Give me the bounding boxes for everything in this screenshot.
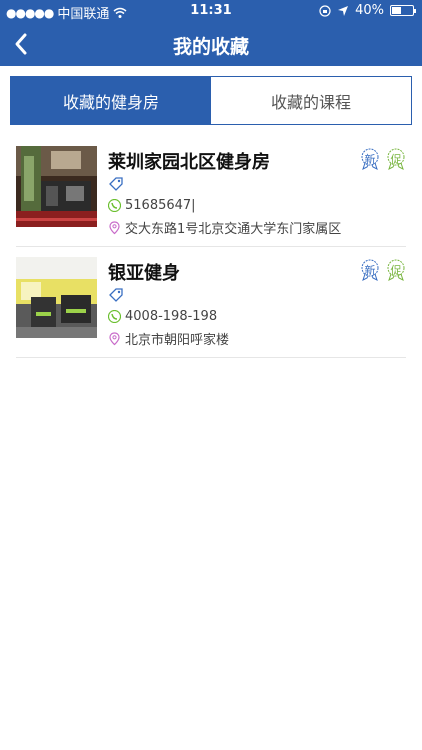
list-item[interactable]: 银亚健身 4008-198-198 北京市朝阳呼家楼 新 促 xyxy=(16,247,406,358)
location-pin-icon xyxy=(109,331,120,345)
segmented-tabs: 收藏的健身房 收藏的课程 xyxy=(10,76,412,125)
battery-icon xyxy=(390,5,416,16)
location-arrow-icon xyxy=(338,5,349,16)
gym-name: 银亚健身 xyxy=(108,263,180,284)
promo-badge: 促 xyxy=(386,259,406,281)
gym-address: 北京市朝阳呼家楼 xyxy=(125,333,230,348)
gym-name: 莱圳家园北区健身房 xyxy=(108,152,270,173)
phone-row: 4008-198-198 xyxy=(108,309,217,324)
promo-badge: 促 xyxy=(386,148,406,170)
gym-phone: 51685647| xyxy=(125,198,196,213)
gym-address: 交大东路1号北京交通大学东门家属区 xyxy=(125,222,342,237)
gym-phone: 4008-198-198 xyxy=(125,309,218,324)
nav-bar: 我的收藏 xyxy=(0,22,422,66)
status-bar: ●●●●● 中国联通 11:31 40% xyxy=(0,0,422,22)
gym-photo xyxy=(16,257,97,338)
address-row: 北京市朝阳呼家楼 xyxy=(108,329,229,348)
tab-favorite-courses[interactable]: 收藏的课程 xyxy=(211,77,411,124)
page-title: 我的收藏 xyxy=(172,36,249,58)
tag-icon xyxy=(109,288,123,302)
location-pin-icon xyxy=(109,220,120,234)
tab-favorite-gyms[interactable]: 收藏的健身房 xyxy=(11,77,211,124)
header: ●●●●● 中国联通 11:31 40% 我的收藏 xyxy=(0,0,422,66)
phone-icon xyxy=(108,199,121,212)
status-right: 40% xyxy=(319,3,416,18)
gym-list: 莱圳家园北区健身房 51685647| 交大东路1号北京交通大学东门家属区 新 … xyxy=(16,136,406,358)
list-item[interactable]: 莱圳家园北区健身房 51685647| 交大东路1号北京交通大学东门家属区 新 … xyxy=(16,136,406,247)
phone-row: 51685647| xyxy=(108,198,196,213)
new-badge: 新 xyxy=(360,148,380,170)
gym-photo xyxy=(16,146,97,227)
phone-icon xyxy=(108,310,121,323)
new-badge: 新 xyxy=(360,259,380,281)
orientation-lock-icon xyxy=(319,4,331,17)
address-row: 交大东路1号北京交通大学东门家属区 xyxy=(108,218,341,237)
battery-percent: 40% xyxy=(355,3,384,18)
badge-group: 新 促 xyxy=(360,259,406,281)
tag-icon xyxy=(109,177,123,191)
badge-group: 新 促 xyxy=(360,148,406,170)
